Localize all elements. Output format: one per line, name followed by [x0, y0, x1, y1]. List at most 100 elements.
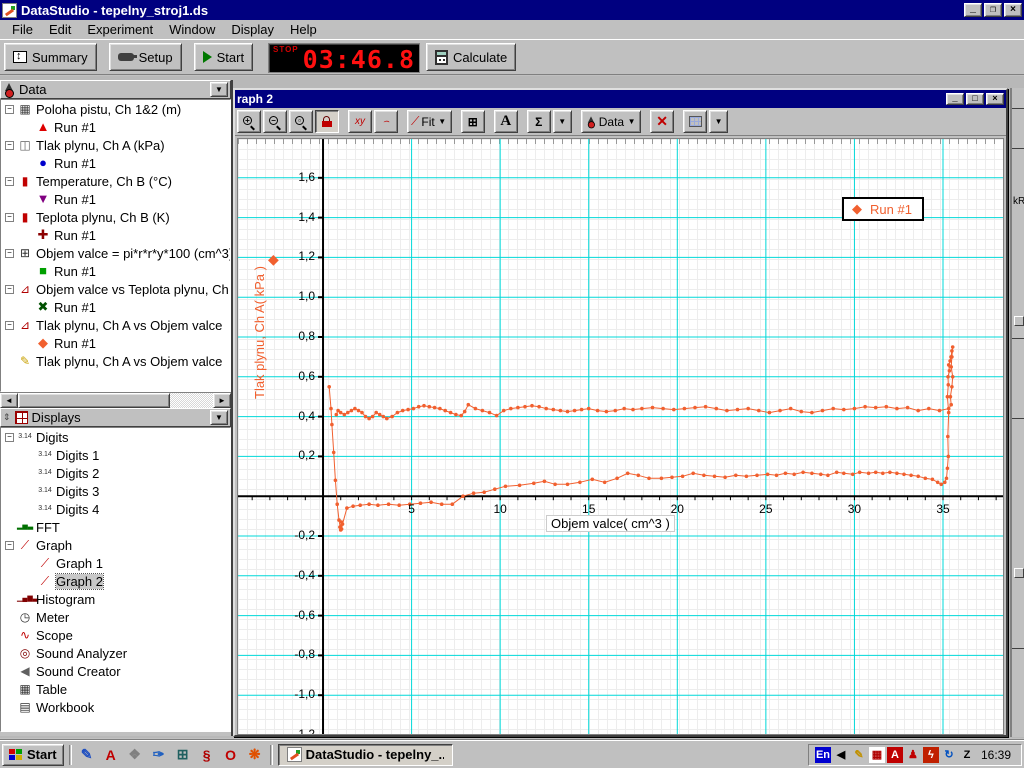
data-tree-item[interactable]: −▮Teplota plynu, Ch B (K) [1, 208, 230, 226]
display-item-digits-2[interactable]: 3.14Digits 2 [1, 464, 230, 482]
expand-box-icon[interactable]: − [5, 141, 14, 150]
bird-shortcut-icon[interactable]: ❖ [125, 745, 145, 765]
settings-arrow-button[interactable]: ▼ [709, 110, 728, 133]
statistics-arrow-button[interactable]: ▼ [553, 110, 572, 133]
display-item-sound-analyzer[interactable]: ◎Sound Analyzer [1, 644, 230, 662]
expand-box-icon[interactable]: − [5, 177, 14, 186]
display-item-digits-1[interactable]: 3.14Digits 1 [1, 446, 230, 464]
ati-icon[interactable]: A [887, 747, 903, 763]
run-item[interactable]: ◆Run #1 [1, 334, 230, 352]
zoom-out-button[interactable]: − [263, 110, 287, 133]
smart-tool-button[interactable]: ⌢ [374, 110, 398, 133]
data-tree-item[interactable]: −⊿Objem valce vs Teplota plynu, Ch [1, 280, 230, 298]
expand-box-icon[interactable]: − [5, 321, 14, 330]
settings-button[interactable] [683, 110, 707, 133]
data-tree-item[interactable]: −⊿Tlak plynu, Ch A vs Objem valce [1, 316, 230, 334]
calculate-button[interactable]: Calculate [426, 43, 516, 71]
antivirus-icon[interactable]: ϟ [923, 747, 939, 763]
graph-restore-button[interactable]: □ [966, 93, 984, 105]
scroll-right-icon[interactable]: ► [213, 393, 231, 408]
summary-button[interactable]: Summary [4, 43, 97, 71]
graph-window-titlebar[interactable]: raph 2 _ □ × [235, 90, 1006, 108]
taskbar-clock[interactable]: 16:39 [977, 748, 1015, 762]
expand-box-icon[interactable]: − [5, 105, 14, 114]
menu-file[interactable]: File [4, 21, 41, 38]
expand-box-icon[interactable]: − [5, 249, 14, 258]
expand-box-icon[interactable]: − [5, 213, 14, 222]
close-button[interactable]: × [1004, 3, 1022, 17]
display-item-scope[interactable]: ∿Scope [1, 626, 230, 644]
run-item[interactable]: ✖Run #1 [1, 298, 230, 316]
data-tree-hscrollbar[interactable]: ◄ ► [0, 392, 231, 408]
brush-icon[interactable]: ✎ [851, 747, 867, 763]
text-tool-button[interactable]: A [494, 110, 518, 133]
displays-panel-header[interactable]: ⇕ Displays ▼ [0, 408, 231, 427]
hscroll-thumb[interactable] [18, 393, 170, 408]
agent-icon[interactable]: ♟ [905, 747, 921, 763]
zoom-select-button[interactable]: ▫ [289, 110, 313, 133]
display-item-graph-2[interactable]: ⟋Graph 2 [1, 572, 230, 590]
splitter-handle-icon[interactable]: ⇕ [3, 412, 11, 423]
start-menu-button[interactable]: Start [2, 744, 64, 766]
data-tree-item[interactable]: −▦Poloha pistu, Ch 1&2 (m) [1, 100, 230, 118]
fire-shortcut-icon[interactable]: ❋ [245, 745, 265, 765]
expand-box-icon[interactable]: − [5, 541, 14, 550]
minimize-button[interactable]: _ [964, 3, 982, 17]
volume-icon[interactable]: ◀ [833, 747, 849, 763]
data-menu-button[interactable]: Data▼ [581, 110, 641, 133]
display-item-table[interactable]: ▦Table [1, 680, 230, 698]
menu-window[interactable]: Window [161, 21, 223, 38]
notes-shortcut-icon[interactable]: ✎ [77, 745, 97, 765]
display-item-graph-1[interactable]: ⟋Graph 1 [1, 554, 230, 572]
scale-to-fit-button[interactable] [315, 110, 339, 133]
restore-button[interactable]: ❐ [984, 3, 1002, 17]
acrobat-shortcut-icon[interactable]: A [101, 745, 121, 765]
displays-panel-dropdown-icon[interactable]: ▼ [210, 410, 228, 425]
scheduler-icon[interactable]: ▦ [869, 747, 885, 763]
menu-help[interactable]: Help [282, 21, 325, 38]
dragon-shortcut-icon[interactable]: § [197, 745, 217, 765]
display-item-histogram[interactable]: ▁▄▆▃Histogram [1, 590, 230, 608]
menu-edit[interactable]: Edit [41, 21, 79, 38]
display-item-graph[interactable]: −⟋Graph [1, 536, 230, 554]
paint-shortcut-icon[interactable]: ✑ [149, 745, 169, 765]
expand-box-icon[interactable]: − [5, 433, 14, 442]
calculator-shortcut-icon[interactable]: ⊞ [173, 745, 193, 765]
xy-tool-button[interactable]: xy [348, 110, 372, 133]
data-tree-item[interactable]: −▮Temperature, Ch B (°C) [1, 172, 230, 190]
graph-close-button[interactable]: × [986, 93, 1004, 105]
setup-button[interactable]: Setup [109, 43, 182, 71]
legend[interactable]: ◆ Run #1 [842, 197, 924, 221]
run-item[interactable]: ✚Run #1 [1, 226, 230, 244]
display-item-digits-4[interactable]: 3.14Digits 4 [1, 500, 230, 518]
opera-shortcut-icon[interactable]: O [221, 745, 241, 765]
display-item-digits[interactable]: −3.14Digits [1, 428, 230, 446]
zoom-in-button[interactable]: + [237, 110, 261, 133]
sync-icon[interactable]: ↻ [941, 747, 957, 763]
start-button[interactable]: Start [194, 43, 253, 71]
menu-display[interactable]: Display [223, 21, 282, 38]
display-item-fft[interactable]: ▂▅▃FFT [1, 518, 230, 536]
z-utility-icon[interactable]: Z [959, 747, 975, 763]
display-item-workbook[interactable]: ▤Workbook [1, 698, 230, 716]
graph-minimize-button[interactable]: _ [946, 93, 964, 105]
display-item-sound-creator[interactable]: ◀Sound Creator [1, 662, 230, 680]
plot-area[interactable]: 1,61,41,21,00,80,60,40,2-0,2-0,4-0,6-0,8… [237, 138, 1004, 735]
remove-button[interactable]: ✕ [650, 110, 674, 133]
calculate-button[interactable]: ⊞ [461, 110, 485, 133]
data-tree-item[interactable]: −◫Tlak plynu, Ch A (kPa) [1, 136, 230, 154]
run-item[interactable]: ●Run #1 [1, 154, 230, 172]
fit-menu-button[interactable]: ⟋Fit▼ [407, 110, 452, 133]
expand-box-icon[interactable]: − [5, 285, 14, 294]
data-tree-item[interactable]: −⊞Objem valce = pi*r*r*y*100 (cm^3) [1, 244, 230, 262]
display-item-meter[interactable]: ◷Meter [1, 608, 230, 626]
run-item[interactable]: ■Run #1 [1, 262, 230, 280]
data-panel-dropdown-icon[interactable]: ▼ [210, 82, 228, 97]
data-tree-item[interactable]: ✎Tlak plynu, Ch A vs Objem valce [1, 352, 230, 370]
display-item-digits-3[interactable]: 3.14Digits 3 [1, 482, 230, 500]
scroll-left-icon[interactable]: ◄ [0, 393, 18, 408]
datastudio-task-button[interactable]: DataStudio - tepelny_... [278, 744, 453, 766]
lang-indicator[interactable]: En [815, 747, 831, 763]
run-item[interactable]: ▲Run #1 [1, 118, 230, 136]
data-panel-header[interactable]: Data ▼ [0, 80, 231, 99]
